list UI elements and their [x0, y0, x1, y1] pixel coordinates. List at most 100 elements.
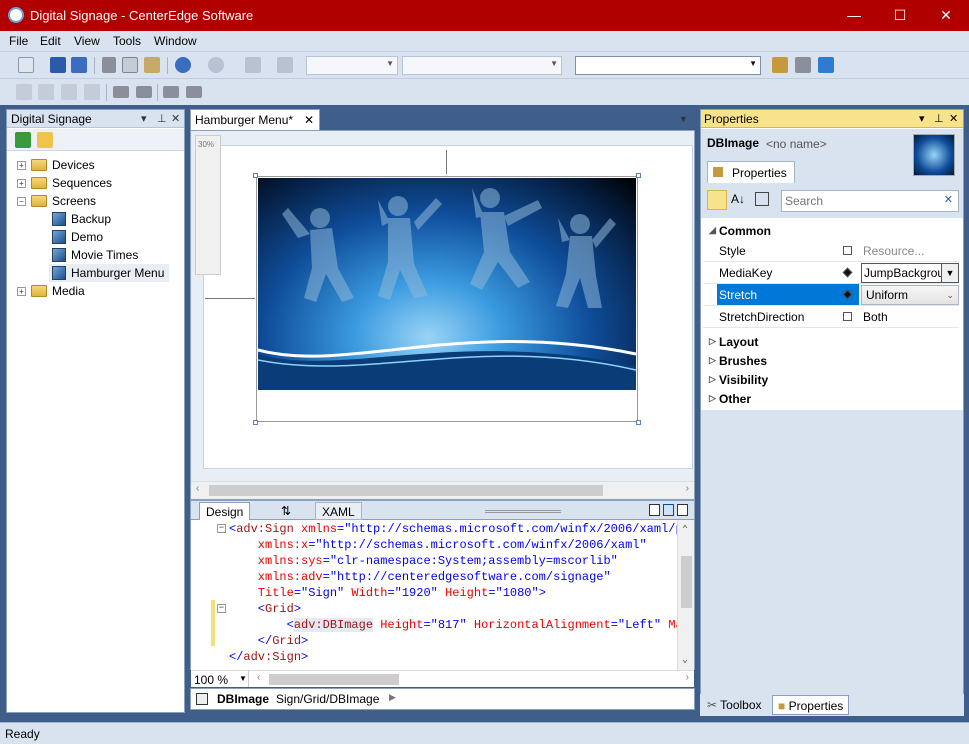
menu-tools[interactable]: Tools	[113, 34, 141, 48]
toolbar-combo-3[interactable]: ▼	[575, 56, 761, 75]
paste-icon[interactable]	[144, 57, 160, 73]
expand-icon[interactable]: +	[17, 287, 26, 296]
property-row-style[interactable]: Style Resource...	[703, 240, 959, 262]
breadcrumb-arrow-icon[interactable]: ▶	[389, 692, 396, 703]
outdent-icon[interactable]	[113, 86, 129, 98]
property-marker-icon[interactable]	[843, 246, 852, 255]
navigate-back-icon[interactable]	[245, 57, 261, 73]
collapse-pane-icon[interactable]	[677, 504, 688, 516]
category-visibility[interactable]: ▷ Visibility	[703, 370, 959, 389]
tree-node-sequences[interactable]: + Sequences	[7, 174, 184, 192]
scroll-thumb[interactable]	[209, 485, 603, 496]
resize-handle[interactable]	[253, 420, 258, 425]
xaml-tab[interactable]: XAML	[315, 502, 362, 520]
scroll-up-icon[interactable]: ⌃	[682, 524, 688, 536]
properties-tab[interactable]: Properties	[707, 161, 795, 183]
save-icon[interactable]	[50, 57, 66, 73]
scroll-left-icon[interactable]: ‹	[257, 672, 260, 683]
minimize-button[interactable]: —	[831, 0, 877, 31]
scroll-thumb[interactable]	[681, 556, 692, 608]
property-marker-icon[interactable]	[843, 312, 852, 321]
design-horizontal-scrollbar[interactable]: ‹ ›	[191, 481, 694, 498]
category-common[interactable]: ◢ Common	[703, 221, 959, 240]
menu-edit[interactable]: Edit	[40, 34, 61, 48]
xaml-editor[interactable]: − − <adv:Sign xmlns="http://schemas.micr…	[190, 520, 695, 670]
comment-icon[interactable]	[163, 86, 179, 98]
expand-icon[interactable]: ▷	[709, 355, 716, 366]
category-layout[interactable]: ▷ Layout	[703, 332, 959, 351]
panel-close-icon[interactable]: ✕	[949, 112, 958, 125]
pointer-icon[interactable]	[61, 84, 77, 100]
breadcrumb-path[interactable]: Sign/Grid/DBImage	[276, 692, 379, 706]
clear-search-icon[interactable]: ✕	[944, 193, 953, 206]
search-input[interactable]	[785, 193, 935, 209]
refresh-icon[interactable]	[15, 132, 31, 148]
new-folder-icon[interactable]	[37, 132, 53, 148]
category-brushes[interactable]: ▷ Brushes	[703, 351, 959, 370]
tree-node-hamburger-menu[interactable]: Hamburger Menu	[49, 264, 169, 282]
chevron-down-icon[interactable]: ⌄	[946, 290, 954, 301]
scroll-thumb[interactable]	[269, 674, 399, 685]
stretch-combo[interactable]: Uniform ⌄	[861, 285, 959, 305]
element-name[interactable]: <no name>	[766, 137, 827, 151]
expand-icon[interactable]: +	[17, 179, 26, 188]
menu-view[interactable]: View	[74, 34, 100, 48]
code-line[interactable]: </adv:Sign>	[229, 650, 308, 666]
code-line[interactable]: xmlns:sys="clr-namespace:System;assembly…	[229, 554, 618, 570]
properties-bottom-tab[interactable]: ■ Properties	[772, 695, 850, 715]
sort-alphabetical-icon[interactable]: A↓	[731, 192, 745, 206]
mediakey-combo[interactable]: JumpBackgrou ▼	[861, 263, 959, 283]
code-line[interactable]: <Grid>	[229, 602, 301, 618]
panel-dropdown-icon[interactable]: ▾	[919, 112, 925, 125]
category-other[interactable]: ▷ Other	[703, 389, 959, 408]
toolbox-tab[interactable]: ✂ Toolbox	[702, 695, 767, 715]
property-marker-icon[interactable]	[842, 267, 853, 278]
collapse-icon[interactable]: −	[17, 197, 26, 206]
new-item-icon[interactable]	[18, 57, 34, 73]
property-search-field[interactable]: ✕	[781, 190, 959, 212]
vertical-split-icon[interactable]	[649, 504, 660, 516]
undo-icon[interactable]	[175, 57, 191, 73]
navigate-forward-icon[interactable]	[277, 57, 293, 73]
property-row-stretchdirection[interactable]: StretchDirection Both	[703, 306, 959, 328]
uncomment-icon[interactable]	[186, 86, 202, 98]
tree-node-movie-times[interactable]: Movie Times	[7, 246, 184, 264]
cut-icon[interactable]	[102, 57, 116, 73]
tab-close-icon[interactable]: ✕	[304, 113, 314, 127]
scroll-right-icon[interactable]: ›	[686, 672, 689, 683]
resize-handle[interactable]	[636, 173, 641, 178]
tree-node-screens[interactable]: − Screens	[7, 192, 184, 210]
close-button[interactable]: ✕	[923, 0, 969, 31]
code-line[interactable]: Title="Sign" Width="1920" Height="1080">	[229, 586, 546, 602]
pin-icon[interactable]: ⊥	[157, 112, 167, 125]
splitter-grip[interactable]	[485, 510, 561, 513]
menu-window[interactable]: Window	[154, 34, 197, 48]
zoom-dropdown-icon[interactable]: ▼	[239, 674, 247, 683]
editor-horizontal-scrollbar[interactable]: 100 % ▼ ‹ ›	[191, 670, 694, 687]
expand-icon[interactable]: ▷	[709, 336, 716, 347]
scroll-left-icon[interactable]: ‹	[196, 483, 199, 494]
code-line[interactable]: <adv:Sign xmlns="http://schemas.microsof…	[229, 522, 690, 538]
menu-file[interactable]: File	[9, 34, 28, 48]
design-tab[interactable]: Design	[199, 502, 251, 520]
resize-handle[interactable]	[253, 173, 258, 178]
toolbar-combo-1[interactable]: ▼	[306, 56, 398, 75]
swap-panes-button[interactable]: ⇅	[275, 502, 297, 520]
redo-icon[interactable]	[208, 57, 224, 73]
code-line[interactable]: xmlns:x="http://schemas.microsoft.com/wi…	[229, 538, 647, 554]
expand-icon[interactable]: ▷	[709, 374, 716, 385]
maximize-button[interactable]: ☐	[877, 0, 923, 31]
property-value[interactable]: Resource...	[863, 244, 924, 258]
indent-icon[interactable]	[136, 86, 152, 98]
breadcrumb-type[interactable]: DBImage	[217, 692, 269, 706]
properties-toolbar-icon[interactable]	[772, 57, 788, 73]
document-list-dropdown-icon[interactable]: ▼	[679, 114, 688, 124]
align-icon[interactable]	[16, 84, 32, 100]
panel-close-icon[interactable]: ✕	[171, 112, 180, 125]
property-row-mediakey[interactable]: MediaKey JumpBackgrou ▼	[703, 262, 959, 284]
tree-node-demo[interactable]: Demo	[7, 228, 184, 246]
expand-icon[interactable]: ▷	[709, 393, 716, 404]
property-value[interactable]: Both	[863, 310, 888, 324]
pin-icon[interactable]: ⊥	[934, 112, 944, 125]
resize-handle[interactable]	[636, 420, 641, 425]
